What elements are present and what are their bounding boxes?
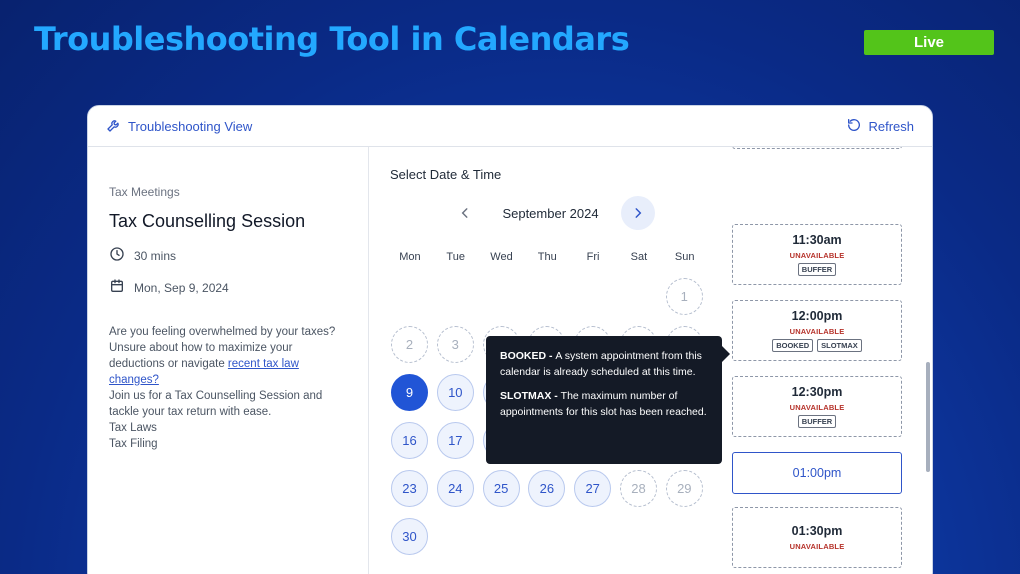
tooltip-booked: BOOKED - A system appointment from this … [500,349,708,380]
calendar-day-1: 1 [665,278,703,315]
slot-time: 01:30pm [791,524,843,538]
event-details: Tax Meetings Tax Counselling Session 30 … [88,147,369,574]
troubleshooting-view-title: Troubleshooting View [106,117,252,136]
slot-time: 12:30pm [791,385,843,399]
calendar-day-16[interactable]: 16 [391,422,428,459]
chevron-left-icon [461,208,468,218]
slot-tag-booked[interactable]: BOOKED [772,339,814,352]
panel-header: Troubleshooting View Refresh [88,106,932,147]
status-tooltip: BOOKED - A system appointment from this … [486,336,730,464]
calendar-day-23[interactable]: 23 [391,470,428,507]
description-text-2: Join us for a Tax Counselling Session an… [109,390,323,418]
calendar-icon [109,278,125,297]
slot-tags: BOOKED SLOTMAX [772,339,862,352]
calendar-day-2: 2 [391,326,428,363]
time-slot[interactable]: 11:30am UNAVAILABLE BUFFER [732,224,902,285]
weekday-label: Thu [537,251,557,263]
month-label: September 2024 [502,205,599,221]
slot-status: UNAVAILABLE [789,542,845,551]
slot-status: UNAVAILABLE [789,251,845,260]
refresh-icon [846,117,862,136]
slot-tag-slotmax[interactable]: SLOTMAX [817,339,862,352]
time-slot[interactable] [732,147,902,149]
slide-title: Troubleshooting Tool in Calendars [34,20,630,58]
event-date: Mon, Sep 9, 2024 [134,280,229,295]
calendar-day-29: 29 [665,470,703,507]
weekday-label: Sat [630,251,648,263]
calendar-day-26[interactable]: 26 [528,470,566,507]
event-title: Tax Counselling Session [109,211,306,231]
slot-time: 12:00pm [791,309,843,323]
slot-time: 01:00pm [792,466,842,480]
weekday-header: Mon Tue Wed Thu Fri Sat Sun [387,251,708,263]
calendar-day-25[interactable]: 25 [482,470,520,507]
event-description: Are you feeling overwhelmed by your taxe… [109,324,348,452]
time-slot[interactable]: 01:00pm [732,452,902,494]
calendar-day-28: 28 [620,470,657,507]
duration-row: 30 mins [109,246,348,265]
month-navigation: September 2024 [450,195,655,231]
slot-status: UNAVAILABLE [789,403,845,412]
time-slot[interactable]: 12:30pm UNAVAILABLE BUFFER [732,376,902,437]
wrench-icon [106,117,122,136]
event-duration: 30 mins [134,248,177,263]
calendar-day-27[interactable]: 27 [574,470,612,507]
calendar-day-9[interactable]: 9 [391,374,428,411]
weekday-label: Tue [446,251,465,263]
event-tag-tax-filing: Tax Filing [109,438,158,450]
slot-status: UNAVAILABLE [789,327,845,336]
tooltip-slotmax: SLOTMAX - The maximum number of appointm… [500,389,708,420]
weekday-label: Mon [399,251,421,263]
weekday-label: Fri [586,251,600,263]
weekday-label: Wed [490,251,513,263]
slot-time: 11:30am [792,233,842,247]
calendar-day-3: 3 [436,326,474,363]
calendar-day-30[interactable]: 30 [391,518,428,555]
live-badge: Live [864,30,994,55]
time-slot-list: 11:30am UNAVAILABLE BUFFER 12:00pm UNAVAILAB… [732,147,902,574]
slot-scrollbar[interactable] [926,362,930,472]
event-category: Tax Meetings [109,185,180,199]
header-title: Troubleshooting View [128,118,253,134]
slot-tag-buffer[interactable]: BUFFER [797,415,837,428]
chevron-right-icon [635,208,642,218]
slot-tags: BUFFER [797,415,837,428]
tooltip-slotmax-key: SLOTMAX - [500,390,561,402]
calendar-day-10[interactable]: 10 [436,374,474,411]
weekday-label: Sun [674,251,695,263]
next-month-button[interactable] [621,196,655,230]
description-text: Are you feeling overwhelmed by your taxe… [109,326,336,370]
slot-tags: BUFFER [797,263,837,276]
section-title: Select Date & Time [390,167,502,182]
clock-icon [109,246,125,265]
event-tag-tax-laws: Tax Laws [109,422,157,434]
time-slot[interactable]: 12:00pm UNAVAILABLE BOOKED SLOTMAX [732,300,902,361]
calendar-day-24[interactable]: 24 [436,470,474,507]
time-slot[interactable]: 01:30pm UNAVAILABLE [732,507,902,568]
refresh-label: Refresh [868,118,914,134]
slot-tag-buffer[interactable]: BUFFER [797,263,837,276]
refresh-button[interactable]: Refresh [846,117,914,136]
calendar-day-17[interactable]: 17 [436,422,474,459]
prev-month-button[interactable] [450,198,480,228]
tooltip-booked-key: BOOKED - [500,350,556,362]
date-row: Mon, Sep 9, 2024 [109,278,348,297]
